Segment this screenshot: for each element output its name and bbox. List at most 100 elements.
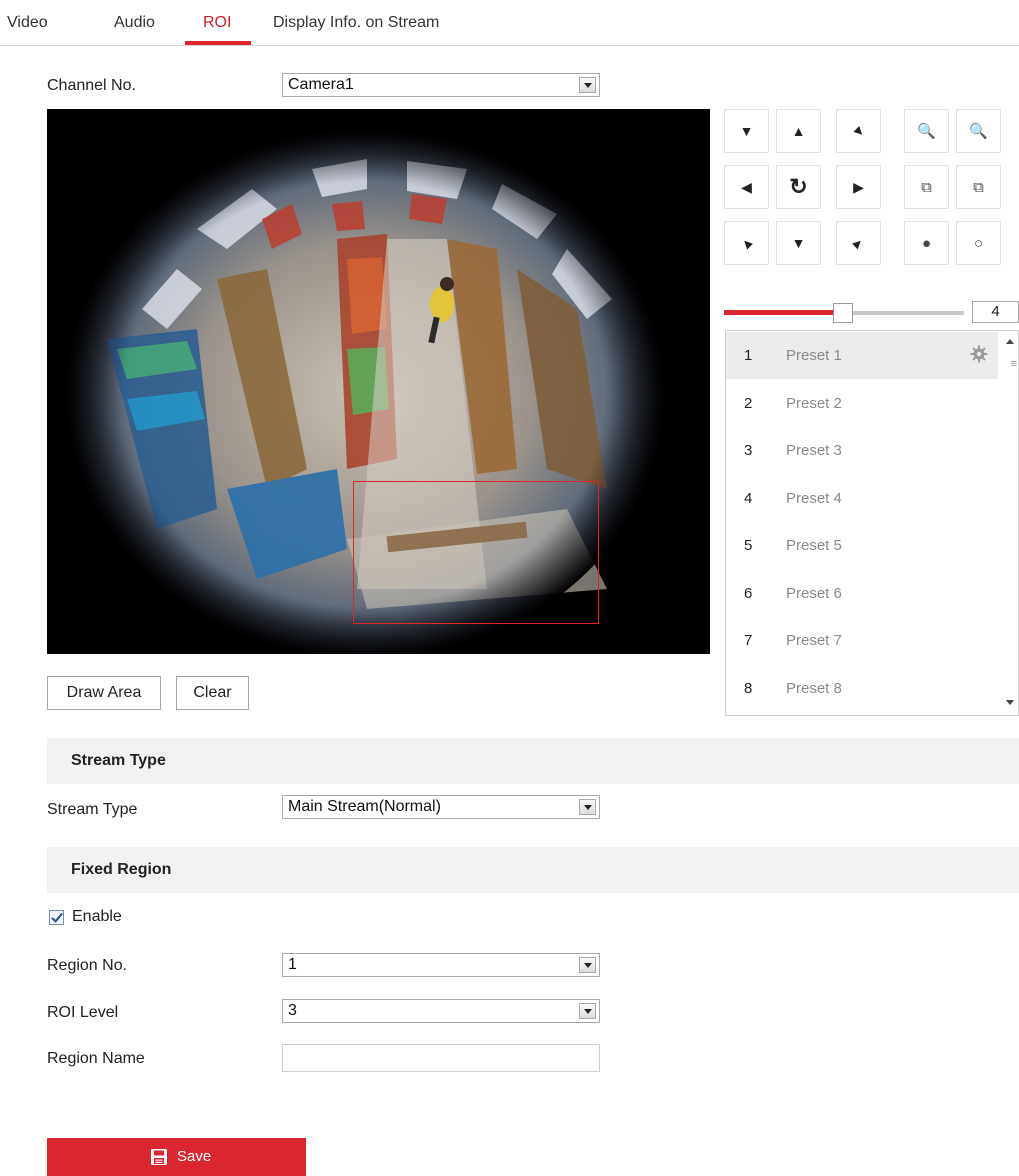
- focus-far-icon: ⧉: [973, 178, 984, 196]
- focus-far-button[interactable]: ⧉: [956, 165, 1001, 209]
- preset-name: Preset 6: [786, 584, 842, 602]
- region-name-input[interactable]: [282, 1044, 600, 1072]
- fixed-region-section-header: Fixed Region: [47, 847, 1019, 893]
- channel-select[interactable]: Camera1: [282, 73, 600, 97]
- preset-row[interactable]: 5 Preset 5: [726, 522, 998, 569]
- floppy-disk-icon: [151, 1149, 167, 1165]
- arrow-right-icon: ▶: [853, 178, 864, 195]
- arrow-up-right-icon: ▼: [847, 120, 870, 142]
- preset-name: Preset 2: [786, 394, 842, 412]
- tab-display-info[interactable]: Display Info. on Stream: [273, 14, 439, 32]
- tab-audio[interactable]: Audio: [114, 14, 155, 32]
- gear-icon[interactable]: [970, 345, 988, 363]
- enable-label: Enable: [72, 908, 122, 925]
- zoom-in-icon: 🔍: [969, 123, 988, 140]
- region-no-select[interactable]: 1: [282, 953, 600, 977]
- iris-open-button[interactable]: ○: [956, 221, 1001, 265]
- roi-level-label: ROI Level: [47, 1004, 119, 1021]
- arrow-down-right-icon: ▲: [847, 232, 870, 254]
- zoom-out-icon: 🔍: [917, 123, 936, 140]
- speed-slider-fill: [724, 310, 838, 315]
- preset-name: Preset 5: [786, 537, 842, 554]
- preset-number: 1: [744, 347, 753, 364]
- preset-name: Preset 1: [786, 347, 842, 364]
- scroll-down-icon[interactable]: [1006, 700, 1014, 705]
- preset-row[interactable]: 6 Preset 6: [726, 570, 998, 617]
- active-tab-indicator: [185, 41, 251, 45]
- ptz-control-pad: ▼ ▲ ▼ 🔍 🔍 ◀ ↻ ▶ ⧉ ⧉ ▲ ▼ ▲ ● ○: [724, 109, 1019, 299]
- chevron-down-icon[interactable]: [579, 799, 596, 815]
- region-no-value: 1: [288, 956, 297, 973]
- iris-close-button[interactable]: ●: [904, 221, 949, 265]
- roi-region-overlay[interactable]: [353, 481, 599, 624]
- preset-number: 5: [744, 537, 753, 554]
- chevron-down-icon[interactable]: [579, 957, 596, 973]
- preset-row[interactable]: 8 Preset 8: [726, 665, 998, 712]
- preset-number: 2: [744, 394, 753, 412]
- stream-type-select[interactable]: Main Stream(Normal): [282, 795, 600, 819]
- channel-value: Camera1: [288, 76, 354, 93]
- channel-label: Channel No.: [47, 77, 136, 94]
- preset-number: 8: [744, 679, 753, 697]
- region-name-label: Region Name: [47, 1050, 145, 1067]
- arrow-up-left-button[interactable]: ▼: [724, 109, 769, 153]
- preset-name: Preset 3: [786, 442, 842, 459]
- preset-number: 3: [744, 442, 753, 459]
- preset-number: 6: [744, 584, 753, 602]
- arrow-down-icon: ▼: [791, 235, 806, 251]
- scroll-up-icon[interactable]: [1006, 339, 1014, 344]
- stream-type-value: Main Stream(Normal): [288, 798, 441, 815]
- arrow-down-right-button[interactable]: ▲: [836, 221, 881, 265]
- speed-value: 4: [972, 301, 1019, 323]
- speed-slider-handle[interactable]: [833, 303, 853, 323]
- preset-row[interactable]: 2 Preset 2: [726, 380, 998, 427]
- auto-rotate-icon: ↻: [789, 174, 808, 199]
- draw-area-button[interactable]: Draw Area: [47, 676, 161, 710]
- zoom-out-button[interactable]: 🔍: [904, 109, 949, 153]
- preset-name: Preset 8: [786, 679, 842, 697]
- region-no-label: Region No.: [47, 957, 128, 974]
- iris-open-icon: ○: [973, 234, 984, 252]
- preset-list: ≡ 1 Preset 1 2 Preset 2 3 Preset 3 4 Preset 4 5 P…: [725, 330, 1019, 716]
- zoom-in-button[interactable]: 🔍: [956, 109, 1001, 153]
- preset-row[interactable]: 1 Preset 1: [726, 332, 998, 379]
- arrow-up-icon: ▲: [791, 123, 806, 139]
- focus-near-button[interactable]: ⧉: [904, 165, 949, 209]
- arrow-left-button[interactable]: ◀: [724, 165, 769, 209]
- tab-roi[interactable]: ROI: [203, 14, 231, 32]
- tab-video[interactable]: Video: [7, 14, 48, 32]
- enable-checkbox[interactable]: [49, 910, 64, 925]
- stream-type-label: Stream Type: [47, 801, 138, 818]
- arrow-left-icon: ◀: [741, 178, 752, 195]
- clear-button[interactable]: Clear: [176, 676, 249, 710]
- arrow-down-left-icon: ▲: [735, 232, 758, 254]
- arrow-down-left-button[interactable]: ▲: [724, 221, 769, 265]
- tab-bar: Video Audio ROI Display Info. on Stream: [0, 0, 1019, 46]
- arrow-up-left-icon: ▼: [739, 123, 754, 139]
- preset-name: Preset 4: [786, 489, 842, 507]
- live-video-view[interactable]: [47, 109, 710, 654]
- scrollbar-grip-icon[interactable]: ≡: [1011, 359, 1017, 370]
- arrow-down-button[interactable]: ▼: [776, 221, 821, 265]
- save-label: Save: [177, 1148, 212, 1165]
- focus-near-icon: ⧉: [921, 178, 932, 196]
- section-title: Stream Type: [71, 752, 166, 769]
- auto-rotate-button[interactable]: ↻: [776, 165, 821, 209]
- roi-level-value: 3: [288, 1002, 297, 1019]
- chevron-down-icon[interactable]: [579, 1003, 596, 1019]
- preset-row[interactable]: 4 Preset 4: [726, 475, 998, 522]
- save-button[interactable]: Save: [47, 1138, 306, 1176]
- speed-slider-track[interactable]: [852, 311, 964, 315]
- section-title: Fixed Region: [71, 861, 172, 878]
- preset-row[interactable]: 3 Preset 3: [726, 427, 998, 474]
- arrow-right-button[interactable]: ▶: [836, 165, 881, 209]
- iris-close-icon: ●: [921, 234, 932, 252]
- preset-name: Preset 7: [786, 632, 842, 649]
- arrow-up-right-button[interactable]: ▼: [836, 109, 881, 153]
- preset-number: 7: [744, 632, 753, 649]
- roi-level-select[interactable]: 3: [282, 999, 600, 1023]
- arrow-up-button[interactable]: ▲: [776, 109, 821, 153]
- preset-row[interactable]: 7 Preset 7: [726, 617, 998, 664]
- chevron-down-icon[interactable]: [579, 77, 596, 93]
- preset-number: 4: [744, 489, 753, 507]
